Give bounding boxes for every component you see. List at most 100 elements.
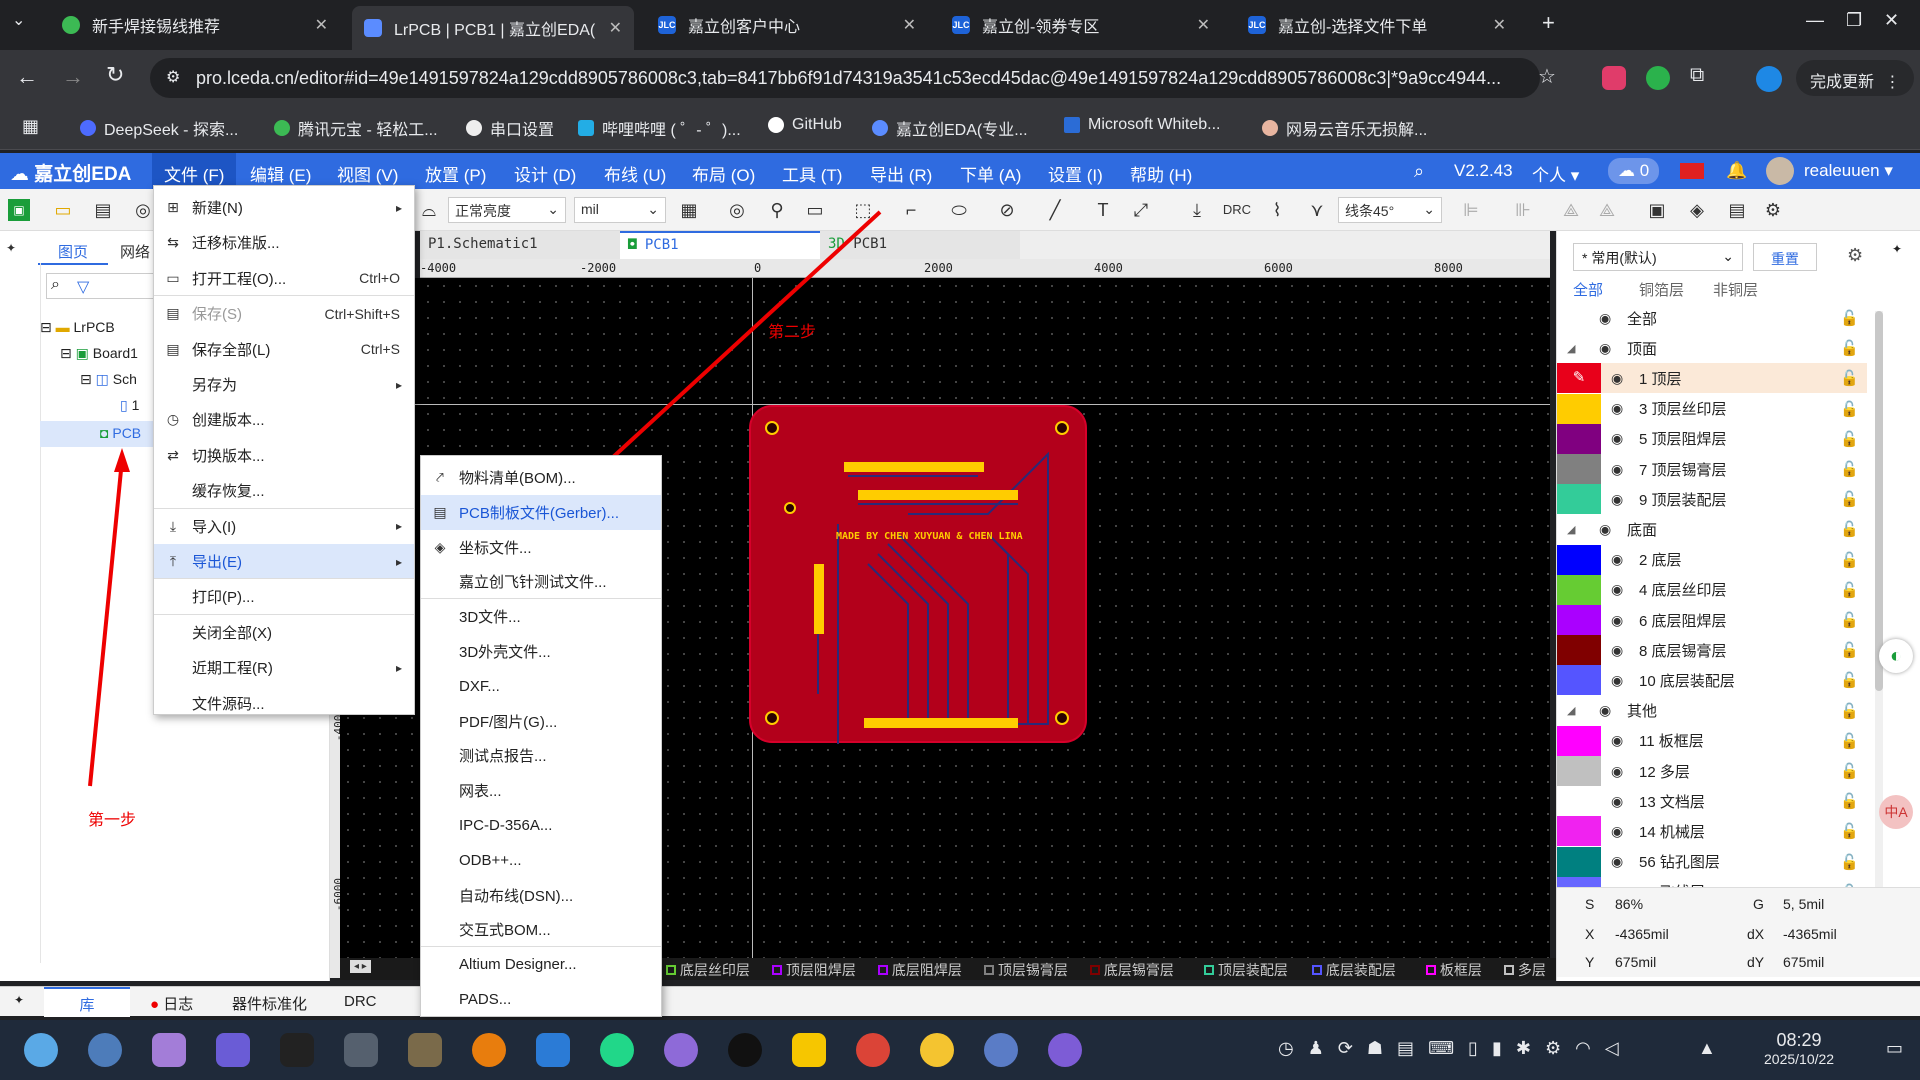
unlock-icon[interactable]: 🔓	[1840, 460, 1859, 478]
brightness-icon[interactable]: ⌓	[418, 199, 440, 221]
files-icon[interactable]	[216, 1033, 250, 1067]
eye-icon[interactable]: ◉	[1611, 491, 1633, 508]
file-menu-item-10[interactable]: ⤒ 导出(E) ▸	[154, 544, 414, 579]
eye-icon[interactable]: ◉	[1611, 581, 1633, 598]
menu-design[interactable]: 设计 (D)	[514, 161, 576, 186]
clock[interactable]: 08:29 2025/10/22	[1764, 1030, 1834, 1067]
flip-icon[interactable]: ⟁	[1560, 199, 1582, 221]
layer-color-swatch[interactable]	[1557, 696, 1567, 726]
reload-icon[interactable]: ↻	[106, 62, 124, 88]
box-select-icon[interactable]: ⬚	[852, 199, 874, 221]
tab-library[interactable]: 库	[44, 987, 130, 1017]
ellipse-icon[interactable]: ⬭	[948, 199, 970, 221]
text-icon[interactable]: T	[1092, 199, 1114, 221]
file-menu-item-12[interactable]: 关闭全部(X)	[154, 615, 414, 650]
export-menu-item-10[interactable]: IPC-D-356A...	[421, 808, 661, 843]
pin-tool-icon[interactable]: ⚲	[766, 199, 788, 221]
layer-settings-icon[interactable]: ⚙	[1847, 245, 1863, 266]
apps-grid-icon[interactable]: ▦	[22, 116, 39, 137]
browser-tab[interactable]: JLC 嘉立创-选择文件下单 ✕	[1236, 8, 1518, 42]
browser-tab[interactable]: JLC 嘉立创-领券专区 ✕	[940, 8, 1222, 42]
cloud-badge[interactable]: ☁ 0	[1608, 158, 1660, 184]
bookmark[interactable]: 网易云音乐无损解...	[1262, 116, 1427, 140]
export-menu-item-9[interactable]: 网表...	[421, 773, 661, 808]
tab-drc[interactable]: DRC	[344, 993, 377, 1010]
eye-icon[interactable]: ◉	[1599, 340, 1621, 357]
layer-row[interactable]: ◢ ◉ 其他 🔓	[1557, 696, 1867, 726]
layer-chip[interactable]: 底层阻焊层	[878, 960, 962, 980]
bookmark[interactable]: DeepSeek - 探索...	[80, 116, 238, 140]
menu-file[interactable]: 文件 (F)	[152, 153, 237, 189]
bookmark[interactable]: 嘉立创EDA(专业...	[872, 116, 1028, 140]
eye-icon[interactable]: ◉	[1611, 732, 1633, 749]
eye-icon[interactable]: ◉	[1611, 763, 1633, 780]
layer-chip[interactable]: 底层锡膏层	[1090, 960, 1174, 980]
window-close-icon[interactable]: ✕	[1884, 10, 1899, 31]
new-project-icon[interactable]: ▣	[8, 199, 30, 221]
mirror-icon[interactable]: ⟁	[1596, 199, 1618, 221]
export-menu-item-13[interactable]: 交互式BOM...	[421, 912, 661, 947]
line-icon[interactable]: ╱	[1044, 199, 1066, 221]
unlock-icon[interactable]: 🔓	[1840, 339, 1859, 357]
eye-icon[interactable]: ◉	[1599, 521, 1621, 538]
unlock-icon[interactable]: 🔓	[1840, 611, 1859, 629]
file-menu-item-8[interactable]: 缓存恢复...	[154, 473, 414, 508]
file-menu-item-2[interactable]: ▭ 打开工程(O)... Ctrl+O	[154, 261, 414, 296]
bookmark[interactable]: 哔哩哔哩 ( ゜- ゜)...	[578, 116, 741, 140]
unlock-icon[interactable]: 🔓	[1840, 520, 1859, 538]
layer-row[interactable]: ◉ 3 顶层丝印层 🔓	[1557, 393, 1867, 424]
tab-schematic[interactable]: P1.Schematic1	[420, 231, 620, 259]
collapse-icon[interactable]: ⊟	[40, 319, 52, 335]
import-icon[interactable]: ⤓	[1186, 199, 1208, 221]
open-folder-icon[interactable]: ▭	[52, 199, 74, 221]
layer-row[interactable]: ◉ 10 底层装配层 🔓	[1557, 665, 1867, 696]
blender-icon[interactable]	[472, 1033, 506, 1067]
distribute-icon[interactable]: ⊪	[1512, 199, 1534, 221]
launcher-icon[interactable]	[24, 1033, 58, 1067]
tab-pcb-active[interactable]: ◘ PCB1	[620, 231, 820, 259]
collapse-icon[interactable]: ⊟	[80, 371, 92, 387]
eye-icon[interactable]: ◉	[1611, 793, 1633, 810]
tree-item-pcb-selected[interactable]: ◘ PCB	[40, 421, 160, 447]
site-info-icon[interactable]: ⚙	[166, 67, 180, 87]
menu-order[interactable]: 下单 (A)	[960, 161, 1021, 186]
3d-icon[interactable]: ◈	[1686, 199, 1708, 221]
menu-settings[interactable]: 设置 (I)	[1048, 161, 1103, 186]
layer-chip[interactable]: 顶层阻焊层	[772, 960, 856, 980]
tab-std[interactable]: 器件标准化	[232, 993, 307, 1014]
cat-app-icon[interactable]	[152, 1033, 186, 1067]
layer-color-swatch[interactable]	[1557, 303, 1567, 333]
pcb-icon[interactable]: ▣	[1646, 199, 1668, 221]
tab-search-icon[interactable]: ⌄	[12, 10, 25, 30]
measure-icon[interactable]: ⤢	[1130, 199, 1152, 221]
profile-avatar[interactable]	[1756, 66, 1782, 92]
update-button[interactable]: 完成更新 ⋮	[1796, 60, 1915, 96]
workspace-selector[interactable]: 个人 ▾	[1532, 161, 1579, 186]
layer-color-swatch[interactable]	[1557, 544, 1601, 575]
layer-color-swatch[interactable]	[1557, 756, 1601, 786]
menu-export[interactable]: 导出 (R)	[870, 161, 932, 186]
bookmark-star-icon[interactable]: ☆	[1538, 64, 1556, 89]
layer-row[interactable]: ◉ 56 钻孔图层 🔓	[1557, 846, 1867, 877]
unit-select[interactable]: mil ⌄	[574, 197, 666, 223]
layer-color-swatch[interactable]	[1557, 484, 1601, 515]
export-menu-item-2[interactable]: ◈ 坐标文件...	[421, 530, 661, 565]
tree-item-schematic[interactable]: ⊟ ◫ Sch	[80, 371, 137, 388]
diff-pair-icon[interactable]: ⋎	[1306, 199, 1328, 221]
user-avatar[interactable]	[1766, 157, 1794, 185]
collapse-icon[interactable]: ◢	[1567, 523, 1589, 536]
unlock-icon[interactable]: 🔓	[1840, 581, 1859, 599]
gimp-icon[interactable]	[408, 1033, 442, 1067]
browser-tab[interactable]: 新手焊接锡线推荐 ✕	[50, 8, 340, 42]
tab-pages[interactable]: 图页	[38, 235, 108, 265]
eye-icon[interactable]: ◉	[1611, 551, 1633, 568]
unlock-icon[interactable]: 🔓	[1840, 762, 1859, 780]
scroll-arrows-icon[interactable]: ◂ ▸	[350, 960, 371, 973]
layer-row[interactable]: ◉ 12 多层 🔓	[1557, 756, 1867, 786]
tray-icons[interactable]: ◷♟⟳☗▤⌨▯▮✱⚙◠◁	[1278, 1038, 1633, 1058]
layer-chip[interactable]: 底层装配层	[1312, 960, 1396, 980]
terminal-icon[interactable]	[344, 1033, 378, 1067]
layer-color-swatch[interactable]	[1557, 423, 1601, 454]
bookmark[interactable]: GitHub	[768, 116, 842, 134]
eye-icon[interactable]: ◉	[1611, 612, 1633, 629]
